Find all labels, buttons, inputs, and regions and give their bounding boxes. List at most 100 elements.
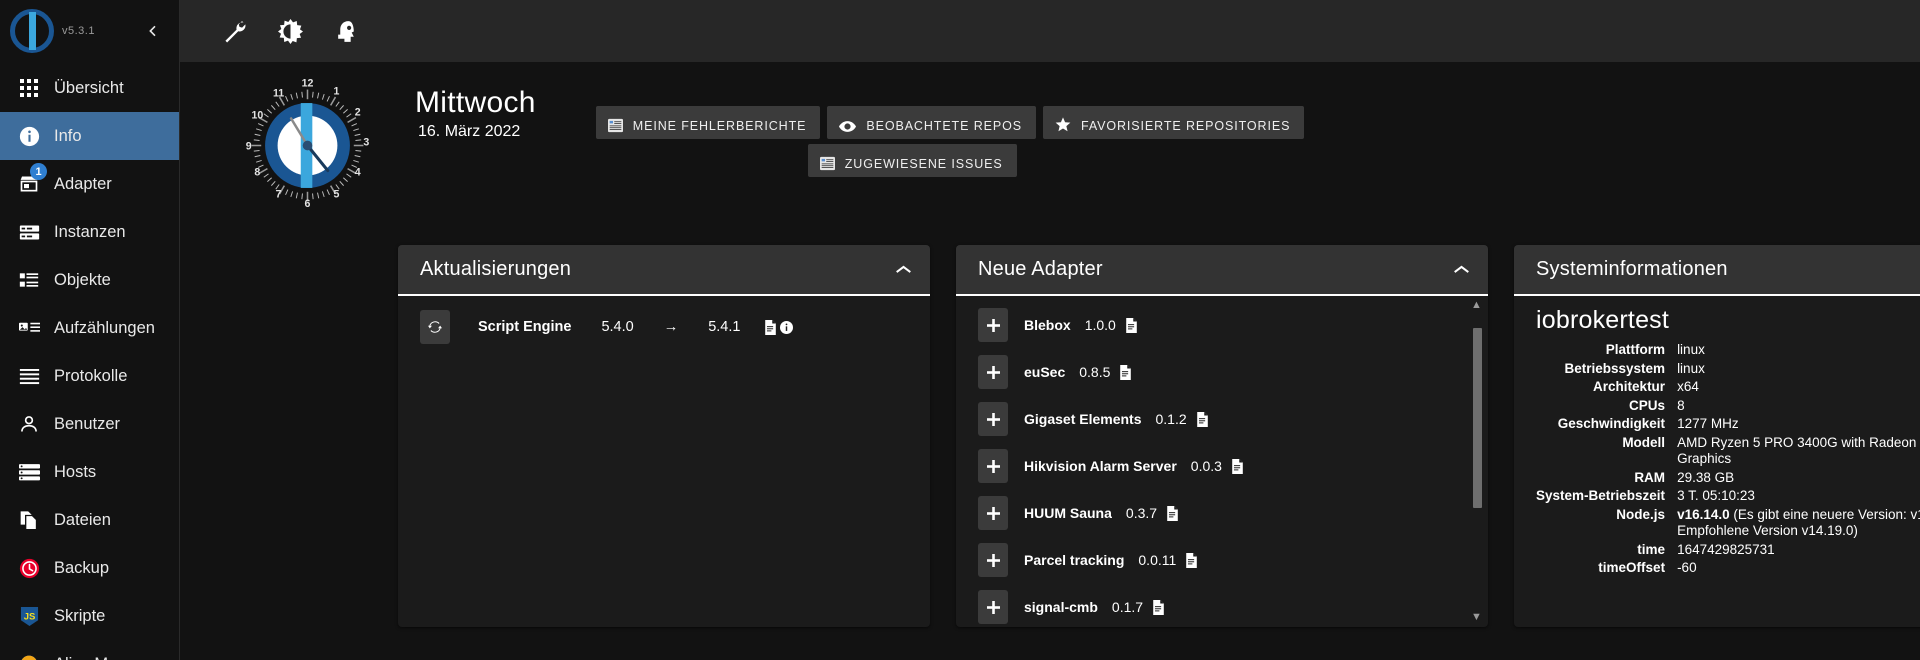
adapter-name: Parcel tracking [1024, 552, 1124, 568]
plus-icon[interactable] [978, 543, 1008, 577]
sys-key: System-Betriebszeit [1536, 487, 1677, 506]
day-name: Mittwoch [415, 86, 536, 120]
chevron-up-icon[interactable] [1453, 264, 1470, 275]
scroll-down-arrow[interactable]: ▼ [1471, 612, 1482, 623]
sidebar-item-backup[interactable]: Backup [0, 544, 179, 592]
adapter-version: 0.1.2 [1156, 411, 1187, 427]
update-arrow: → [664, 319, 679, 335]
sidebar-header: v5.3.1 [0, 0, 179, 62]
sidebar-item-label: Objekte [54, 271, 111, 290]
refresh-icon[interactable] [420, 310, 450, 344]
sys-key: time [1536, 541, 1677, 560]
sys-value: 29.38 GB [1677, 469, 1920, 488]
chevron-up-icon[interactable] [895, 264, 912, 275]
list-item: signal-cmb 0.1.7 [956, 590, 1488, 627]
favorite-repos-button[interactable]: FAVORISIERTE REPOSITORIES [1043, 106, 1304, 139]
sidebar-item-label: Skripte [54, 607, 105, 626]
plus-icon[interactable] [978, 449, 1008, 483]
sidebar-item-label: Hosts [54, 463, 96, 482]
update-to-version: 5.4.1 [708, 319, 740, 335]
svg-text:7: 7 [276, 189, 282, 201]
updates-card-header: Aktualisierungen [398, 245, 930, 296]
button-label: ZUGEWIESENE ISSUES [845, 157, 1003, 171]
alias-icon [18, 653, 40, 660]
svg-text:4: 4 [355, 166, 361, 178]
sidebar-item-label: Alise M... [54, 655, 122, 660]
scroll-up-arrow[interactable]: ▲ [1471, 300, 1482, 311]
system-info-card-title: Systeminformationen [1536, 258, 1728, 281]
new-adapters-card-title: Neue Adapter [978, 258, 1103, 281]
host-name: iobrokertest [1536, 306, 1920, 335]
my-bug-reports-button[interactable]: MEINE FEHLERBERICHTE [596, 106, 821, 139]
sys-value: linux [1677, 341, 1920, 360]
svg-text:9: 9 [246, 140, 252, 152]
sidebar-item-adapter[interactable]: 1 Adapter [0, 160, 179, 208]
document-icon[interactable] [1166, 506, 1179, 521]
sidebar-item-dateien[interactable]: Dateien [0, 496, 179, 544]
adapter-version: 1.0.0 [1085, 317, 1116, 333]
document-icon[interactable] [764, 320, 777, 335]
system-info-table: Plattform linux Betriebssystem linux Arc… [1536, 341, 1920, 578]
sidebar-item-alias[interactable]: Alise M... [0, 640, 179, 660]
button-label: FAVORISIERTE REPOSITORIES [1081, 119, 1290, 133]
list-alt-icon [820, 156, 835, 171]
sidebar-item-skripte[interactable]: JS Skripte [0, 592, 179, 640]
document-icon[interactable] [1125, 318, 1138, 333]
sidebar-item-hosts[interactable]: Hosts [0, 448, 179, 496]
brightness-icon[interactable] [276, 17, 304, 45]
sidebar-item-uebersicht[interactable]: Übersicht [0, 64, 179, 112]
document-icon[interactable] [1185, 553, 1198, 568]
adapter-version: 0.0.3 [1191, 458, 1222, 474]
sidebar-item-label: Backup [54, 559, 109, 578]
plus-icon[interactable] [978, 355, 1008, 389]
wrench-icon[interactable] [220, 17, 248, 45]
plus-icon[interactable] [978, 590, 1008, 624]
sidebar-item-info[interactable]: Info [0, 112, 179, 160]
sys-key: RAM [1536, 469, 1677, 488]
adapter-name: euSec [1024, 364, 1065, 380]
sidebar-item-objekte[interactable]: Objekte [0, 256, 179, 304]
document-icon[interactable] [1196, 412, 1209, 427]
updates-card: Aktualisierungen Script Engine [398, 245, 930, 627]
sidebar-item-aufzaehlungen[interactable]: Aufzählungen [0, 304, 179, 352]
date-string: 16. März 2022 [415, 123, 536, 141]
sidebar: v5.3.1 Übersicht Info 1 [0, 0, 180, 660]
info-circle-icon[interactable] [780, 321, 793, 334]
watched-repos-button[interactable]: BEOBACHTETE REPOS [827, 106, 1036, 139]
sys-key: CPUs [1536, 397, 1677, 416]
list-item: HUUM Sauna 0.3.7 [956, 496, 1488, 543]
plus-icon[interactable] [978, 496, 1008, 530]
sidebar-item-instanzen[interactable]: Instanzen [0, 208, 179, 256]
document-icon[interactable] [1152, 600, 1165, 615]
plus-icon[interactable] [978, 402, 1008, 436]
sys-key: Node.js [1536, 506, 1677, 541]
new-adapters-scrollbar[interactable]: ▲ ▼ [1471, 300, 1482, 623]
sidebar-collapse-button[interactable] [137, 19, 169, 43]
new-adapters-card-body: Blebox 1.0.0 euSec 0.8.5 [956, 296, 1488, 627]
hosts-icon [18, 461, 40, 483]
cards-row: Aktualisierungen Script Engine [180, 245, 1920, 627]
document-icon[interactable] [1231, 459, 1244, 474]
expert-head-icon[interactable] [332, 17, 360, 45]
list-icon [18, 269, 40, 291]
new-adapters-card: Neue Adapter Blebox 1.0.0 [956, 245, 1488, 627]
adapter-version: 0.3.7 [1126, 505, 1157, 521]
list-item: Blebox 1.0.0 [956, 308, 1488, 355]
updates-card-title: Aktualisierungen [420, 258, 571, 281]
adapter-name: Gigaset Elements [1024, 411, 1142, 427]
sidebar-item-benutzer[interactable]: Benutzer [0, 400, 179, 448]
sys-value: x64 [1677, 378, 1920, 397]
svg-text:1: 1 [333, 85, 339, 97]
assigned-issues-button[interactable]: ZUGEWIESENE ISSUES [808, 144, 1017, 177]
table-row: CPUs 8 [1536, 397, 1920, 416]
sys-value: 1277 MHz [1677, 415, 1920, 434]
backup-clock-icon [18, 557, 40, 579]
document-icon[interactable] [1119, 365, 1132, 380]
table-row: Betriebssystem linux [1536, 360, 1920, 379]
sidebar-item-protokolle[interactable]: Protokolle [0, 352, 179, 400]
table-row: System-Betriebszeit 3 T. 05:10:23 [1536, 487, 1920, 506]
github-buttons: MEINE FEHLERBERICHTE BEOBACHTETE REPOS [596, 78, 1305, 177]
plus-icon[interactable] [978, 308, 1008, 342]
new-adapters-list: Blebox 1.0.0 euSec 0.8.5 [956, 296, 1488, 627]
logs-icon [18, 365, 40, 387]
